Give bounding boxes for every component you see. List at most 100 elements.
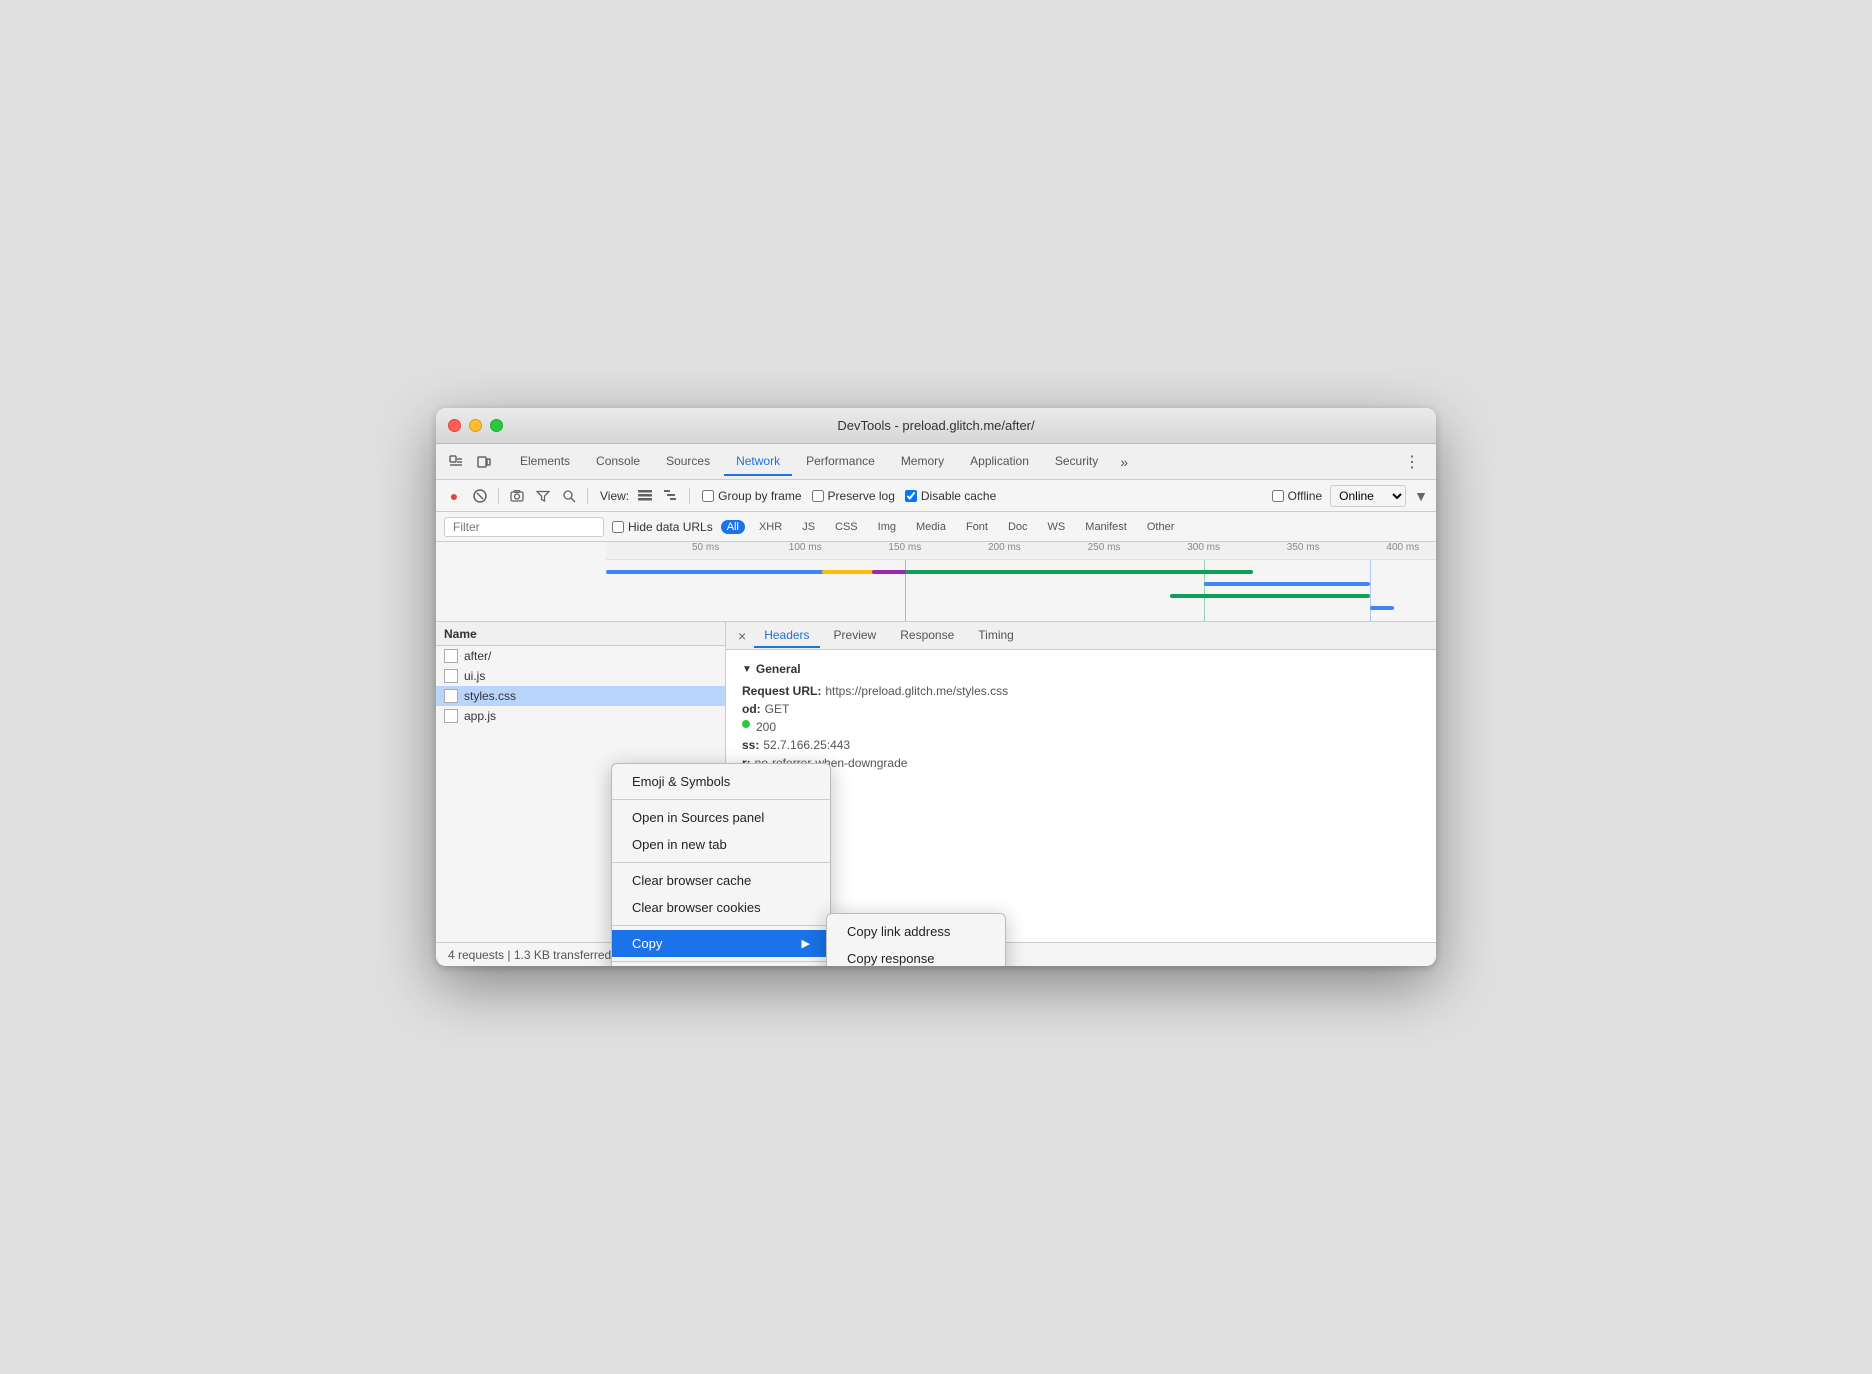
network-toolbar: ● — [436, 480, 1436, 512]
network-item-after[interactable]: after/ — [436, 646, 725, 666]
offline-group: Offline — [1272, 489, 1322, 503]
network-item-uijs[interactable]: ui.js — [436, 666, 725, 686]
file-icon-appjs — [444, 709, 458, 723]
network-items: after/ ui.js styles.css app.js — [436, 646, 725, 942]
tab-application[interactable]: Application — [958, 448, 1041, 476]
tl-bar-6 — [1170, 594, 1369, 598]
kebab-menu-button[interactable]: ⋮ — [1396, 448, 1428, 476]
network-item-name-stylescss: styles.css — [464, 689, 516, 703]
resp-headers-arrow: ▼ — [742, 784, 752, 795]
record-button[interactable]: ● — [444, 486, 464, 506]
filter-type-js[interactable]: JS — [796, 520, 821, 534]
view-list-icon[interactable] — [635, 486, 655, 506]
remote-address-key: ss: — [742, 738, 759, 752]
tick-50ms: 50 ms — [692, 542, 719, 553]
hide-data-urls-label: Hide data URLs — [628, 520, 713, 534]
network-item-stylescss[interactable]: styles.css — [436, 686, 725, 706]
request-url-key: Request URL: — [742, 684, 821, 698]
request-method-val: GET — [765, 702, 790, 716]
tick-250ms: 250 ms — [1088, 542, 1121, 553]
toolbar-sep-1 — [498, 488, 499, 504]
tick-350ms: 350 ms — [1287, 542, 1320, 553]
general-section-arrow: ▼ — [742, 664, 752, 675]
network-list: Name after/ ui.js styles.css — [436, 622, 726, 942]
device-toolbar-icon[interactable] — [472, 450, 496, 474]
tab-headers[interactable]: Headers — [754, 624, 819, 648]
screenshot-button[interactable] — [507, 486, 527, 506]
tick-100ms: 100 ms — [789, 542, 822, 553]
filter-type-other[interactable]: Other — [1141, 520, 1181, 534]
tab-network[interactable]: Network — [724, 448, 792, 476]
network-timeline: 50 ms 100 ms 150 ms 200 ms 250 ms 300 ms… — [436, 542, 1436, 622]
tab-performance[interactable]: Performance — [794, 448, 887, 476]
toolbar-sep-2 — [587, 488, 588, 504]
group-by-frame-checkbox[interactable] — [702, 490, 714, 502]
disable-cache-group: Disable cache — [905, 489, 996, 503]
filter-input[interactable] — [444, 517, 604, 537]
file-icon-uijs — [444, 669, 458, 683]
toolbar-right: Offline Online Fast 3G Slow 3G Offline ▼ — [1268, 485, 1428, 507]
disable-cache-checkbox[interactable] — [905, 490, 917, 502]
response-headers-section: ▼ ers — [742, 782, 1420, 796]
filter-type-manifest[interactable]: Manifest — [1079, 520, 1133, 534]
header-remote-address: ss: 52.7.166.25:443 — [742, 738, 1420, 752]
disable-cache-label: Disable cache — [921, 489, 996, 503]
tab-preview[interactable]: Preview — [824, 624, 887, 648]
hide-data-urls-checkbox[interactable] — [612, 521, 624, 533]
referrer-policy-val: no-referrer-when-downgrade — [755, 756, 908, 770]
network-item-name-after: after/ — [464, 649, 491, 663]
tl-bar-7 — [1370, 606, 1395, 610]
timeline-ruler: 50 ms 100 ms 150 ms 200 ms 250 ms 300 ms… — [606, 542, 1436, 560]
filter-type-xhr[interactable]: XHR — [753, 520, 788, 534]
name-column-header: Name — [444, 627, 477, 641]
filter-type-img[interactable]: Img — [872, 520, 902, 534]
clear-button[interactable] — [470, 486, 490, 506]
view-waterfall-icon[interactable] — [661, 486, 681, 506]
filter-type-font[interactable]: Font — [960, 520, 994, 534]
tab-timing[interactable]: Timing — [968, 624, 1024, 648]
filter-type-css[interactable]: CSS — [829, 520, 864, 534]
referrer-policy-key: r: — [742, 756, 751, 770]
status-bar-text: 4 requests | 1.3 KB transferred — [448, 948, 611, 962]
network-item-appjs[interactable]: app.js — [436, 706, 725, 726]
maximize-button[interactable] — [490, 419, 503, 432]
toolbar-sep-3 — [689, 488, 690, 504]
tick-300ms: 300 ms — [1187, 542, 1220, 553]
status-bar: 4 requests | 1.3 KB transferred — [436, 942, 1436, 966]
network-item-name-appjs: app.js — [464, 709, 496, 723]
tab-security[interactable]: Security — [1043, 448, 1110, 476]
file-icon-after — [444, 649, 458, 663]
request-url-val: https://preload.glitch.me/styles.css — [825, 684, 1008, 698]
inspect-icon[interactable] — [444, 450, 468, 474]
tab-response[interactable]: Response — [890, 624, 964, 648]
tl-divider-2 — [1204, 560, 1205, 621]
filter-type-ws[interactable]: WS — [1042, 520, 1072, 534]
filter-type-all[interactable]: All — [721, 520, 745, 534]
preserve-log-checkbox[interactable] — [812, 490, 824, 502]
offline-checkbox[interactable] — [1272, 490, 1284, 502]
tab-elements[interactable]: Elements — [508, 448, 582, 476]
header-status-code: 200 — [742, 720, 1420, 734]
devtools-tab-bar: Elements Console Sources Network Perform… — [436, 444, 1436, 480]
network-item-name-uijs: ui.js — [464, 669, 485, 683]
search-button[interactable] — [559, 486, 579, 506]
tab-console[interactable]: Console — [584, 448, 652, 476]
traffic-lights — [448, 419, 503, 432]
header-referrer-policy: r: no-referrer-when-downgrade — [742, 756, 1420, 770]
minimize-button[interactable] — [469, 419, 482, 432]
offline-label: Offline — [1288, 489, 1322, 503]
tl-divider-1 — [905, 560, 906, 621]
filter-button[interactable] — [533, 486, 553, 506]
filter-type-doc[interactable]: Doc — [1002, 520, 1034, 534]
close-panel-button[interactable]: × — [734, 628, 750, 644]
tab-memory[interactable]: Memory — [889, 448, 956, 476]
filter-type-media[interactable]: Media — [910, 520, 952, 534]
throttle-arrow-icon[interactable]: ▼ — [1414, 488, 1428, 504]
tab-sources[interactable]: Sources — [654, 448, 722, 476]
throttle-select[interactable]: Online Fast 3G Slow 3G Offline — [1330, 485, 1406, 507]
close-button[interactable] — [448, 419, 461, 432]
panel-tabs: Elements Console Sources Network Perform… — [508, 448, 1396, 476]
tl-bar-5 — [1204, 582, 1370, 586]
header-request-method: od: GET — [742, 702, 1420, 716]
more-tabs-button[interactable]: » — [1112, 450, 1136, 474]
